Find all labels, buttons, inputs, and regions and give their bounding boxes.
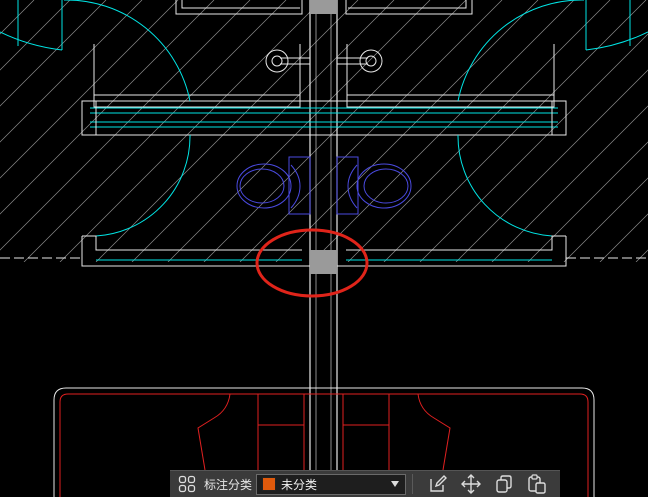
hatch-line — [23, 0, 287, 262]
hatch-line — [635, 249, 648, 262]
move-arrows-icon[interactable] — [454, 471, 487, 497]
cad-canvas[interactable]: 标注分类 未分类 — [0, 0, 648, 497]
hatch-line — [0, 0, 251, 251]
pencil-edit-icon[interactable] — [421, 471, 454, 497]
hatch-line — [0, 0, 143, 143]
hatch-line — [383, 0, 647, 262]
toolbar-divider — [412, 474, 414, 494]
hatch-line — [203, 0, 467, 262]
category-select-value: 未分类 — [281, 477, 318, 492]
wall-block-top — [310, 0, 337, 14]
hatch-line — [0, 0, 179, 179]
hatch-line — [59, 0, 323, 262]
hatch-line — [239, 0, 503, 262]
category-select[interactable]: 未分类 — [256, 473, 407, 495]
door-swings — [0, 0, 648, 237]
cad-drawing[interactable] — [0, 0, 648, 497]
hatch-line — [0, 0, 215, 215]
hatch-line — [599, 213, 648, 262]
wall-block-joint — [310, 250, 337, 274]
diagonal-hatch-pattern — [0, 0, 648, 262]
copy-icon[interactable] — [487, 471, 520, 497]
category-color-swatch — [262, 477, 277, 491]
annotation-toolbar: 标注分类 未分类 — [170, 470, 560, 497]
hatch-line — [167, 0, 431, 262]
hatch-line — [95, 0, 359, 262]
category-label: 标注分类 — [204, 477, 253, 492]
hatch-line — [347, 0, 611, 262]
hatch-line — [0, 0, 71, 71]
center-wall — [309, 0, 338, 497]
hatch-line — [131, 0, 395, 262]
chevron-down-icon — [391, 481, 400, 487]
top-partitions — [93, 0, 555, 108]
four-squares-icon[interactable] — [174, 471, 200, 497]
paste-icon[interactable] — [520, 471, 553, 497]
hatch-line — [419, 33, 648, 262]
hatch-line — [311, 0, 575, 262]
hatch-line — [275, 0, 539, 262]
hatch-line — [563, 177, 648, 262]
